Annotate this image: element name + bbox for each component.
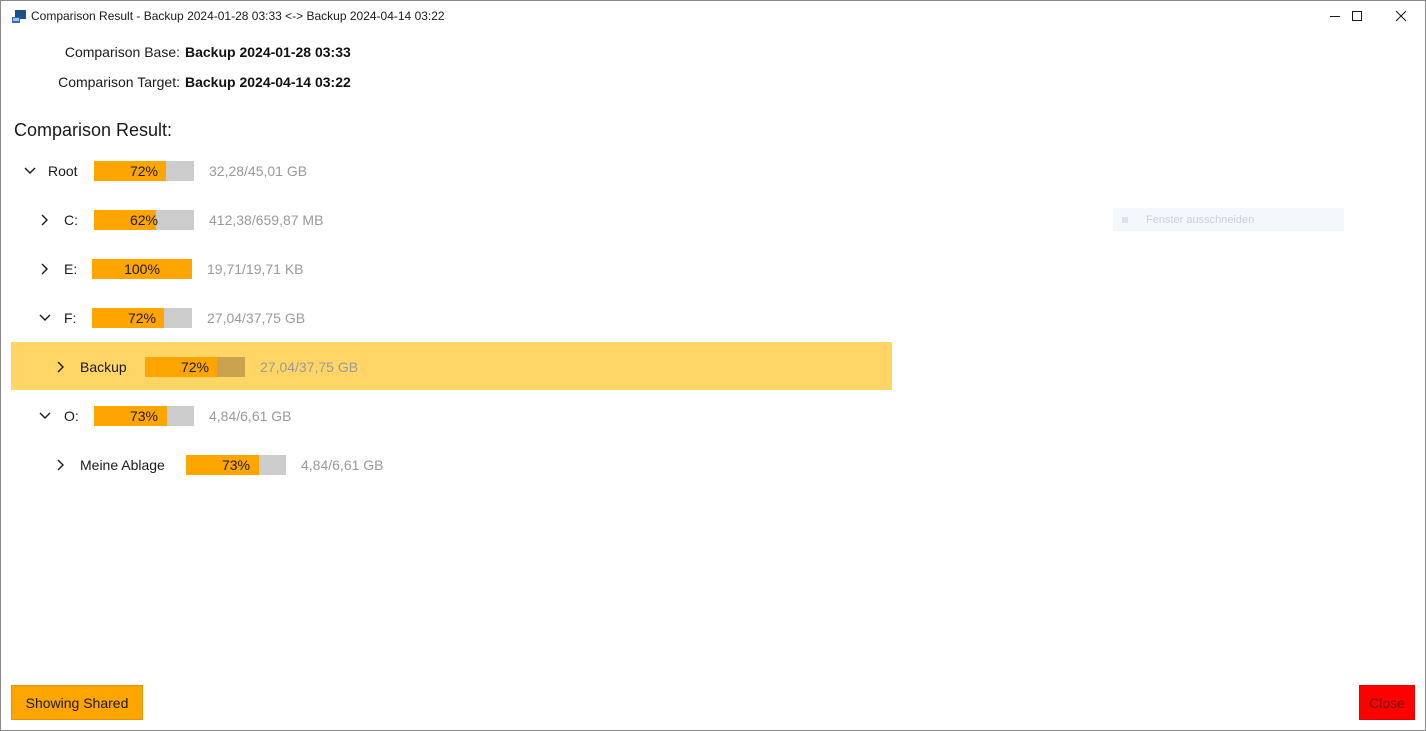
maximize-button[interactable] (1334, 1, 1380, 31)
app-icon (12, 10, 26, 23)
chevron-right-icon[interactable] (54, 458, 68, 472)
progress-bar: 73% (186, 455, 286, 475)
chevron-down-icon[interactable] (38, 311, 52, 325)
comparison-base-label: Comparison Base: (64, 44, 180, 60)
progress-bar: 72% (145, 357, 245, 377)
chevron-down-icon[interactable] (38, 409, 52, 423)
progress-bar: 100% (92, 259, 192, 279)
close-window-button[interactable] (1378, 1, 1424, 31)
progress-bar: 62% (94, 210, 194, 230)
progress-percent: 72% (180, 359, 210, 375)
progress-percent: 62% (129, 212, 159, 228)
size-text: 4,84/6,61 GB (209, 408, 292, 424)
progress-percent: 73% (221, 457, 251, 473)
progress-percent: 73% (129, 408, 159, 424)
ghost-overlay-text: Fenster ausschneiden (1146, 213, 1255, 226)
tree-row[interactable]: Root 72% 32,28/45,01 GB (0, 159, 880, 183)
comparison-base-value: Backup 2024-01-28 03:33 (185, 44, 351, 60)
size-text: 27,04/37,75 GB (207, 310, 306, 326)
size-text: 412,38/659,87 MB (209, 212, 324, 228)
progress-percent: 100% (124, 261, 160, 277)
progress-percent: 72% (129, 163, 159, 179)
tree-node-label: C: (64, 212, 78, 228)
ghost-overlay: Fenster ausschneiden (1113, 208, 1344, 231)
tree-row[interactable]: Backup 72% 27,04/37,75 GB (0, 355, 880, 379)
progress-percent: 72% (127, 310, 157, 326)
tree-row[interactable]: Meine Ablage 73% 4,84/6,61 GB (0, 453, 880, 477)
chevron-right-icon[interactable] (38, 213, 52, 227)
tree-node-label: Meine Ablage (80, 457, 165, 473)
close-icon (1395, 10, 1407, 22)
window-title: Comparison Result - Backup 2024-01-28 03… (31, 9, 445, 23)
size-text: 4,84/6,61 GB (301, 457, 384, 473)
comparison-target-value: Backup 2024-04-14 03:22 (185, 74, 351, 90)
comparison-target-label: Comparison Target: (58, 74, 180, 90)
tree-node-label: Backup (80, 359, 127, 375)
size-text: 32,28/45,01 GB (209, 163, 308, 179)
size-text: 19,71/19,71 KB (207, 261, 304, 277)
tree-node-label: E: (64, 261, 78, 277)
tree-row[interactable]: O: 73% 4,84/6,61 GB (0, 404, 880, 428)
tree-row[interactable]: E: 100% 19,71/19,71 KB (0, 257, 880, 281)
size-text: 27,04/37,75 GB (260, 359, 359, 375)
close-button[interactable]: Close (1359, 685, 1415, 720)
progress-bar: 72% (94, 161, 194, 181)
tree-node-label: O: (64, 408, 79, 424)
chevron-right-icon[interactable] (38, 262, 52, 276)
title-bar[interactable]: Comparison Result - Backup 2024-01-28 03… (1, 1, 1425, 31)
comparison-target-row: Comparison Target: (0, 74, 180, 92)
tree-node-label: Root (48, 163, 78, 179)
tree-node-label: F: (64, 310, 77, 326)
chevron-right-icon[interactable] (54, 360, 68, 374)
tree-row[interactable]: C: 62% 412,38/659,87 MB (0, 208, 880, 232)
progress-bar: 73% (94, 406, 194, 426)
progress-bar: 72% (92, 308, 192, 328)
comparison-base-row: Comparison Base: (0, 44, 180, 62)
chevron-down-icon[interactable] (23, 164, 37, 178)
tree-row[interactable]: F: 72% 27,04/37,75 GB (0, 306, 880, 330)
maximize-icon (1352, 11, 1362, 21)
showing-shared-button[interactable]: Showing Shared (11, 685, 143, 720)
ghost-dot-icon (1122, 216, 1128, 223)
section-title: Comparison Result: (14, 120, 173, 140)
